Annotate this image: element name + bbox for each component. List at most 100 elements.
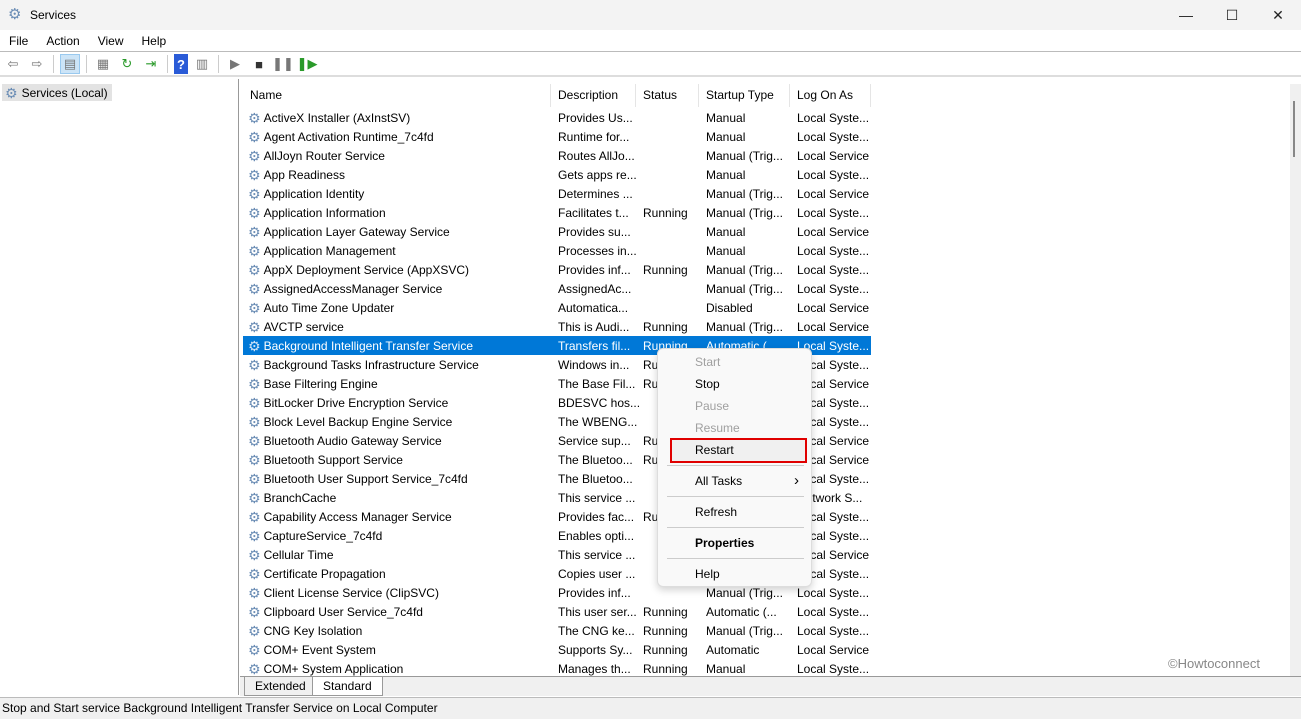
maximize-button[interactable]: ☐ (1209, 0, 1255, 30)
column-header-status[interactable]: Status (636, 84, 699, 107)
table-row[interactable]: ⚙ Agent Activation Runtime_7c4fd Runtime f… (243, 127, 871, 146)
cell-text: CNG Key Isolation (263, 623, 363, 638)
menu-item-properties[interactable]: Properties (658, 532, 811, 554)
table-row[interactable]: ⚙ ActiveX Installer (AxInstSV) Provides Us… (243, 108, 871, 127)
cell-text: Local Syste... (797, 604, 870, 619)
cell-text: AppX Deployment Service (AppXSVC) (263, 262, 469, 277)
table-row[interactable]: ⚙ Application Identity Determines ... Manua… (243, 184, 871, 203)
cell-log-on-as: Local Syste... (797, 111, 871, 125)
table-row[interactable]: ⚙ AllJoyn Router Service Routes AllJo... Ma… (243, 146, 871, 165)
scrollbar-thumb[interactable] (1293, 101, 1295, 157)
console-tree: ⚙ Services (Local) (0, 79, 239, 695)
cell-name: ⚙ Application Management (243, 244, 558, 258)
column-header-name[interactable]: Name (243, 84, 551, 107)
menu-item-restart[interactable]: Restart (658, 439, 811, 461)
cell-startup-type: Manual (Trig... (706, 206, 797, 220)
cell-text: Auto Time Zone Updater (263, 300, 395, 315)
cell-description: Provides inf... (558, 586, 643, 600)
tab-extended[interactable]: Extended (244, 677, 317, 696)
restart-service-icon[interactable]: ❚▶ (297, 54, 318, 74)
cell-text: This service ... (558, 547, 636, 562)
cell-text: Bluetooth Audio Gateway Service (263, 433, 442, 448)
cell-name: ⚙ COM+ System Application (243, 662, 558, 676)
cell-text: Manual (Trig... (706, 319, 783, 334)
cell-log-on-as: Local Service (797, 225, 871, 239)
cell-description: Provides su... (558, 225, 643, 239)
gear-icon: ⚙ (248, 224, 261, 239)
menu-item-label: Start (695, 355, 721, 369)
vertical-scrollbar[interactable] (1290, 84, 1301, 676)
help-icon[interactable]: ? (174, 54, 188, 74)
menu-view[interactable]: View (89, 34, 133, 48)
menu-item-stop[interactable]: Stop (658, 373, 811, 395)
cell-log-on-as: Local Syste... (797, 244, 871, 258)
table-row[interactable]: ⚙ Application Information Facilitates t...… (243, 203, 871, 222)
table-row[interactable]: ⚙ App Readiness Gets apps re... Manual Local… (243, 165, 871, 184)
close-button[interactable]: ✕ (1255, 0, 1301, 30)
gear-icon: ⚙ (8, 6, 22, 23)
gear-icon: ⚙ (248, 205, 261, 220)
cell-text: Provides su... (558, 224, 631, 239)
tab-standard[interactable]: Standard (312, 677, 383, 696)
menu-help[interactable]: Help (133, 34, 176, 48)
cell-text: Local Syste... (797, 205, 870, 220)
cell-text: Client License Service (ClipSVC) (263, 585, 439, 600)
column-header-startup-type[interactable]: Startup Type (699, 84, 790, 107)
menu-item-label: Resume (695, 421, 740, 435)
back-icon[interactable]: ⇦ (3, 54, 23, 74)
menu-item-help[interactable]: Help (658, 563, 811, 585)
gear-icon: ⚙ (248, 585, 261, 600)
cell-text: CaptureService_7c4fd (263, 528, 383, 543)
cell-text: AssignedAccessManager Service (263, 281, 443, 296)
cell-text: Routes AllJo... (558, 148, 635, 163)
column-header-log-on-as[interactable]: Log On As (790, 84, 871, 107)
table-row[interactable]: ⚙ COM+ System Application Manages th... Run… (243, 659, 871, 676)
tree-node-services-local[interactable]: ⚙ Services (Local) (2, 84, 112, 101)
menu-item-all-tasks[interactable]: All Tasks › (658, 470, 811, 492)
properties-icon[interactable]: ▦ (93, 54, 113, 74)
cell-text: Capability Access Manager Service (263, 509, 452, 524)
table-row[interactable]: ⚙ Application Management Processes in... Ma… (243, 241, 871, 260)
cell-status: Running (643, 662, 706, 676)
cell-text: Local Service (797, 224, 870, 239)
show-hide-console-tree-icon[interactable]: ▤ (60, 54, 80, 74)
cell-text: Bluetooth User Support Service_7c4fd (263, 471, 468, 486)
forward-icon[interactable]: ⇨ (27, 54, 47, 74)
table-row[interactable]: ⚙ AVCTP service This is Audi... Running Manu… (243, 317, 871, 336)
table-row[interactable]: ⚙ Application Layer Gateway Service Provid… (243, 222, 871, 241)
table-row[interactable]: ⚙ COM+ Event System Supports Sy... Running A… (243, 640, 871, 659)
menu-action[interactable]: Action (37, 34, 88, 48)
column-header-description[interactable]: Description (551, 84, 636, 107)
cell-description: Service sup... (558, 434, 643, 448)
table-row[interactable]: ⚙ CNG Key Isolation The CNG ke... Running Ma… (243, 621, 871, 640)
cell-text: Local Syste... (797, 167, 870, 182)
table-row[interactable]: ⚙ AssignedAccessManager Service AssignedAc… (243, 279, 871, 298)
cell-description: BDESVC hos... (558, 396, 643, 410)
table-row[interactable]: ⚙ AppX Deployment Service (AppXSVC) Provid… (243, 260, 871, 279)
cell-name: ⚙ Background Intelligent Transfer Service (243, 339, 558, 353)
menu-item-refresh[interactable]: Refresh (658, 501, 811, 523)
cell-startup-type: Manual (Trig... (706, 149, 797, 163)
divider (167, 55, 168, 73)
cell-startup-type: Manual (Trig... (706, 187, 797, 201)
gear-icon: ⚙ (248, 243, 261, 258)
start-service-icon[interactable]: ▶ (225, 54, 245, 74)
refresh-icon[interactable]: ↻ (117, 54, 137, 74)
cell-text: Local Service (797, 186, 870, 201)
cell-text: AssignedAc... (558, 281, 632, 296)
cell-startup-type: Manual (706, 662, 797, 676)
export-list-icon[interactable]: ⇥ (141, 54, 161, 74)
pause-service-icon[interactable]: ❚❚ (272, 54, 294, 74)
cell-log-on-as: Local Service (797, 187, 871, 201)
menu-item-label: Refresh (695, 505, 738, 519)
table-row[interactable]: ⚙ Clipboard User Service_7c4fd This user s… (243, 602, 871, 621)
minimize-button[interactable]: — (1163, 0, 1209, 30)
cell-name: ⚙ BranchCache (243, 491, 558, 505)
stop-service-icon[interactable]: ■ (249, 54, 269, 74)
cell-text: This is Audi... (558, 319, 630, 334)
cell-description: Runtime for... (558, 130, 643, 144)
cell-text: ActiveX Installer (AxInstSV) (263, 110, 411, 125)
show-hide-action-pane-icon[interactable]: ▥ (192, 54, 212, 74)
table-row[interactable]: ⚙ Auto Time Zone Updater Automatica... Disa… (243, 298, 871, 317)
menu-file[interactable]: File (0, 34, 37, 48)
